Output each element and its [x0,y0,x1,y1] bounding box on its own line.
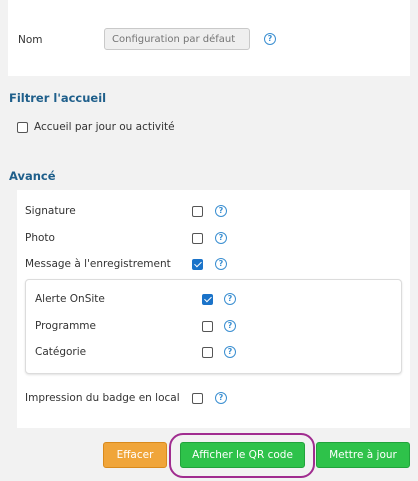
local-print-label: Impression du badge en local [25,392,180,404]
filter-section-title: Filtrer l'accueil [9,91,107,105]
help-icon[interactable]: ? [215,392,227,404]
help-icon[interactable]: ? [215,258,227,270]
filter-option-label: Accueil par jour ou activité [34,121,175,133]
help-icon[interactable]: ? [224,293,236,305]
filter-checkbox[interactable] [17,122,28,133]
help-icon[interactable]: ? [224,346,236,358]
onsite-alert-label: Alerte OnSite [35,293,105,305]
message-label: Message à l'enregistrement [25,258,171,270]
programme-checkbox[interactable] [202,321,213,332]
photo-checkbox[interactable] [192,233,203,244]
onsite-alert-checkbox[interactable] [202,294,213,305]
category-checkbox[interactable] [202,347,213,358]
advanced-section-title: Avancé [9,169,56,183]
update-button[interactable]: Mettre à jour [316,442,410,468]
help-icon[interactable]: ? [224,320,236,332]
show-qr-code-button[interactable]: Afficher le QR code [180,442,305,468]
local-print-checkbox[interactable] [192,393,203,404]
nom-input[interactable] [104,28,250,50]
help-icon[interactable]: ? [215,232,227,244]
help-icon[interactable]: ? [264,33,276,45]
signature-label: Signature [25,205,76,217]
message-checkbox[interactable] [192,259,203,270]
nom-label: Nom [18,34,43,46]
photo-label: Photo [25,232,55,244]
category-label: Catégorie [35,346,87,358]
clear-button[interactable]: Effacer [103,442,167,468]
advanced-card: Signature ? Photo ? Message à l'enregist… [17,190,410,428]
name-card: Nom ? [8,0,410,76]
programme-label: Programme [35,320,96,332]
message-suboptions-box: Alerte OnSite ? Programme ? Catégorie ? [25,279,402,374]
help-icon[interactable]: ? [215,205,227,217]
signature-checkbox[interactable] [192,206,203,217]
